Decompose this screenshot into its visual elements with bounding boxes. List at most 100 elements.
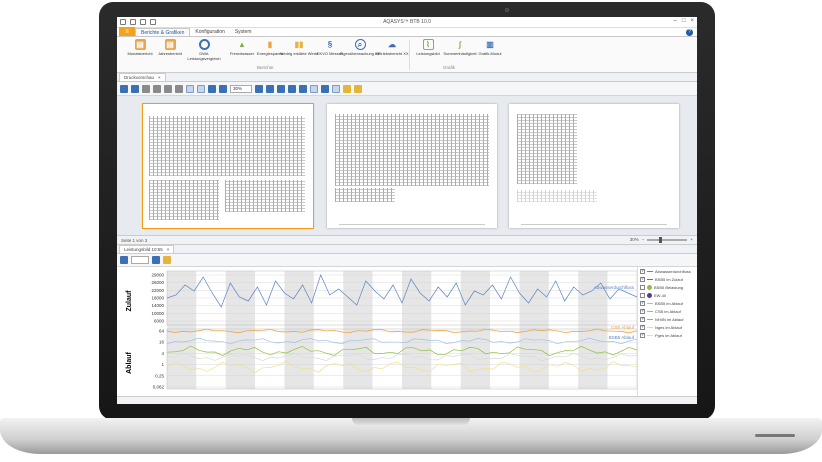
y-tick-label: 4 <box>161 351 164 356</box>
file-tab[interactable]: ≡ <box>119 27 135 36</box>
y-tick-label: 26000 <box>151 280 164 285</box>
save-icon[interactable] <box>153 84 161 93</box>
minimize-icon[interactable]: – <box>674 18 677 24</box>
chart-bands <box>166 270 637 390</box>
triangle-icon: ▲ <box>238 40 246 49</box>
preview-page-1[interactable] <box>142 103 314 229</box>
maximize-icon[interactable]: □ <box>682 18 686 24</box>
legend-item[interactable]: Pges im Ablauf <box>638 331 695 339</box>
page-footer <box>521 224 667 225</box>
zoom-value: 30% <box>629 237 639 242</box>
legend-item[interactable]: NH4N im Ablauf <box>638 315 695 323</box>
close-icon[interactable]: × <box>158 75 161 80</box>
legend-label: EW-40 <box>654 292 667 298</box>
zoom-slider[interactable] <box>647 236 688 243</box>
ribbon-tabs: ≡ Berichte & Grafiken Konfiguration Syst… <box>117 27 697 37</box>
legend-item[interactable]: BSB5 Belastung <box>638 283 695 291</box>
print-icon[interactable] <box>164 84 172 93</box>
page-setup-icon[interactable] <box>186 84 194 93</box>
legend-label: NH4N im Ablauf <box>655 316 684 322</box>
legend-checkbox[interactable] <box>640 316 645 322</box>
legend-checkbox[interactable] <box>640 284 645 290</box>
quick-print-icon[interactable] <box>175 84 183 93</box>
y-tick-label: 64 <box>159 329 165 334</box>
chart-document-tabs: Leistungsbild 10:55 × <box>117 245 697 254</box>
y-tick-label: 0,062 <box>153 385 165 390</box>
send-icon[interactable] <box>354 84 362 93</box>
preview-page-3[interactable] <box>509 104 679 228</box>
legend-label: CSB im Ablauf <box>655 308 681 314</box>
background-icon[interactable] <box>321 84 329 93</box>
legend-checkbox[interactable] <box>640 276 645 282</box>
tab-druckvorschau[interactable]: Druckvorschau × <box>119 73 166 81</box>
legend-item[interactable]: BSB5 im Ablauf <box>638 299 695 307</box>
slider-thumb[interactable] <box>659 236 663 243</box>
scale-icon[interactable] <box>197 84 205 93</box>
legend-checkbox[interactable] <box>640 292 645 298</box>
group-label-grafik: Grafik <box>443 65 456 70</box>
document-tabs: Druckvorschau × <box>117 73 697 82</box>
legend-marker <box>647 334 653 336</box>
watermark-icon[interactable] <box>332 84 340 93</box>
help-icon[interactable]: ? <box>686 29 693 36</box>
laptop-slot <box>755 434 795 437</box>
group-label-berichte: Berichte <box>257 65 274 70</box>
legend-checkbox[interactable] <box>640 324 645 330</box>
open-icon[interactable] <box>142 84 150 93</box>
tab-leistungsbild[interactable]: Leistungsbild 10:55 × <box>119 245 175 253</box>
last-page-icon[interactable] <box>299 84 307 93</box>
legend-checkbox[interactable] <box>640 300 645 306</box>
close-icon[interactable]: × <box>690 18 694 24</box>
legend-item[interactable]: BSB5 im Zulauf <box>638 275 695 283</box>
legend-item[interactable]: Nges im Ablauf <box>638 323 695 331</box>
legend-label: Abwasserdurchfluss <box>655 268 691 274</box>
legend-checkbox[interactable] <box>640 308 645 314</box>
y-tick-label: 22000 <box>151 288 164 293</box>
zoom-in-icon[interactable] <box>255 84 263 93</box>
next-period-icon[interactable] <box>152 256 160 264</box>
next-page-icon[interactable] <box>288 84 296 93</box>
export-icon[interactable] <box>343 84 351 93</box>
search-icon[interactable] <box>131 84 139 93</box>
period-select[interactable] <box>131 256 149 264</box>
prev-page-icon[interactable] <box>277 84 285 93</box>
y-axis-label-ablauf: Ablauf <box>126 351 133 373</box>
circle-icon <box>198 39 210 50</box>
legend-marker <box>647 302 653 304</box>
legend-item[interactable]: EW-40 <box>638 291 695 299</box>
first-page-icon[interactable] <box>266 84 274 93</box>
title-bar: AQASYS™ BTB 10.0 – □ × <box>117 17 697 28</box>
page-table <box>149 180 219 220</box>
tab-system[interactable]: System <box>230 28 257 36</box>
window-controls: – □ × <box>674 18 694 24</box>
dwa-leistungsvergleich-button[interactable]: DWA Leistungsvergleich <box>183 39 225 61</box>
grafik-modul-button[interactable]: ▥ Grafik-Modul <box>469 39 511 57</box>
chart-band <box>343 271 373 389</box>
legend-marker <box>647 326 653 328</box>
leistungsbild-chart: 29000 26000 22000 18000 14000 10000 6000 Abwass… <box>117 267 697 396</box>
curve-icon: ∫ <box>458 40 462 49</box>
legend-label: Pges im Ablauf <box>655 332 682 338</box>
zoom-plus-icon[interactable]: + <box>690 237 693 242</box>
hand-tool-icon[interactable] <box>208 84 216 93</box>
preview-page-2[interactable] <box>327 104 497 228</box>
tab-konfiguration[interactable]: Konfiguration <box>190 28 229 36</box>
find-icon[interactable] <box>120 84 128 93</box>
close-icon[interactable]: × <box>167 247 170 252</box>
star-icon[interactable] <box>163 256 171 264</box>
legend-checkbox[interactable] <box>640 332 645 338</box>
legend-marker <box>647 270 653 272</box>
multi-page-icon[interactable] <box>310 84 318 93</box>
zoom-minus-icon[interactable]: − <box>642 237 645 242</box>
y-tick-label: 0,25 <box>155 373 164 378</box>
legend-item[interactable]: CSB im Ablauf <box>638 307 695 315</box>
legend-checkbox[interactable] <box>640 268 645 274</box>
legend-item[interactable]: Abwasserdurchfluss <box>638 267 695 275</box>
prev-period-icon[interactable] <box>120 256 128 264</box>
report-icon: ▤ <box>164 39 176 50</box>
zoom-select[interactable]: 30% <box>230 84 252 93</box>
y-tick-label: 14000 <box>151 303 164 308</box>
zoom-out-icon[interactable] <box>219 84 227 93</box>
tab-berichte-grafiken[interactable]: Berichte & Grafiken <box>135 28 191 36</box>
legend-marker <box>647 284 652 290</box>
